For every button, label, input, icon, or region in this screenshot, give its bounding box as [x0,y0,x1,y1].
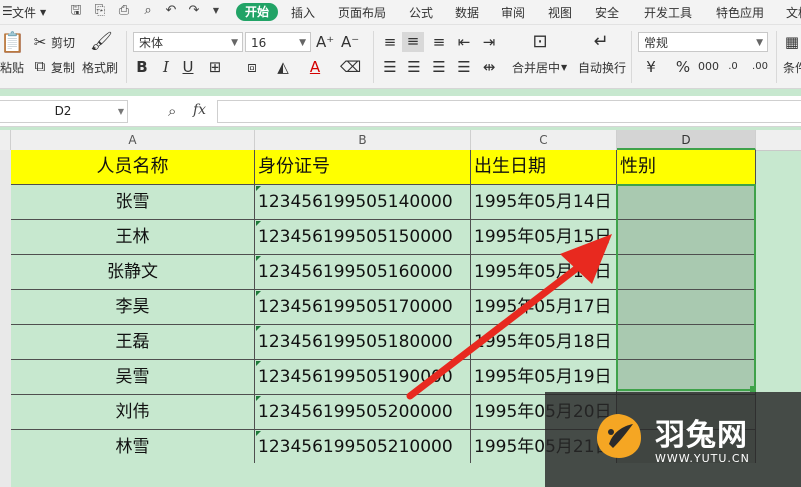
watermark: 羽兔网 WWW.YUTU.CN [545,392,801,487]
watermark-url: WWW.YUTU.CN [655,452,750,465]
watermark-logo-icon [597,414,641,458]
arrow-shaft [406,258,589,400]
watermark-brand: 羽兔网 [655,418,748,453]
